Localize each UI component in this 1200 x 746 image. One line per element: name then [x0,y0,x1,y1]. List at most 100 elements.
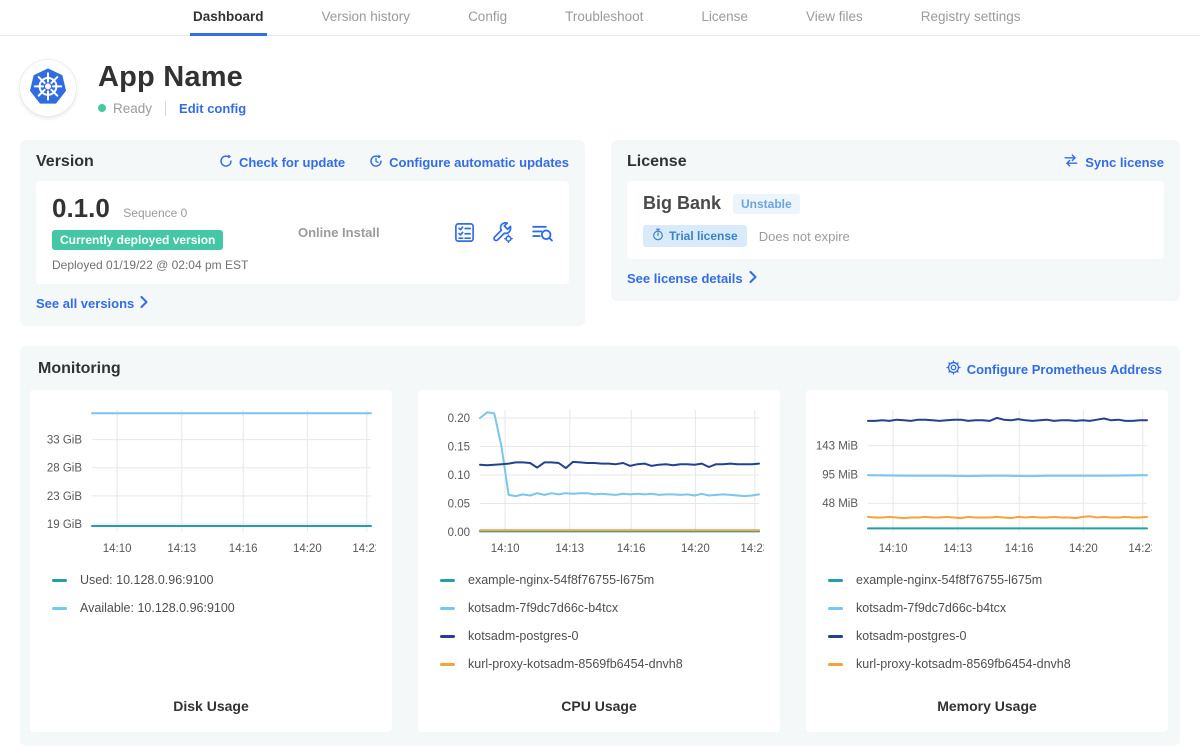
legend-item: kotsadm-postgres-0 [828,629,1168,643]
main-content: Version Check for update Configure autom… [0,140,1200,746]
deployed-timestamp: Deployed 01/19/22 @ 02:04 pm EST [52,258,284,272]
svg-text:33 GiB: 33 GiB [47,435,82,447]
app-logo [20,60,76,116]
svg-text:14:20: 14:20 [681,543,710,555]
sync-license-button[interactable]: Sync license [1063,154,1164,170]
configure-automatic-updates-button[interactable]: Configure automatic updates [369,154,569,171]
tab-registry-settings[interactable]: Registry settings [918,0,1024,36]
nav-tabs: Dashboard Version history Config Troublesho… [190,0,1024,35]
license-card-header: License Sync license [627,153,1164,171]
tab-troubleshoot[interactable]: Troubleshoot [562,0,646,36]
configure-prometheus-button[interactable]: Configure Prometheus Address [946,360,1162,378]
chart-plot: 0.000.050.100.150.2014:1014:1314:1614:20… [418,400,764,560]
disk-usage-chart-card: 19 GiB23 GiB28 GiB33 GiB14:1014:1314:161… [30,390,392,732]
svg-text:0.10: 0.10 [448,470,470,482]
tab-license[interactable]: License [698,0,751,36]
deployed-badge: Currently deployed version [52,230,223,250]
legend-item: Used: 10.128.0.96:9100 [52,573,392,587]
legend-swatch [52,607,67,610]
legend-item: kurl-proxy-kotsadm-8569fb6454-dnvh8 [828,657,1168,671]
svg-text:14:16: 14:16 [617,543,646,555]
svg-text:14:23: 14:23 [1128,543,1152,555]
gear-icon [946,360,961,378]
svg-text:14:16: 14:16 [229,543,258,555]
chevron-right-icon [749,271,757,286]
license-customer-row: Big Bank Unstable [643,193,1148,214]
version-card-header: Version Check for update Configure autom… [36,153,569,171]
top-cards-row: Version Check for update Configure autom… [20,140,1180,326]
svg-text:48 MiB: 48 MiB [822,498,858,510]
svg-text:19 GiB: 19 GiB [47,519,82,531]
legend-label: Used: 10.128.0.96:9100 [80,573,213,587]
version-card-title: Version [36,153,94,171]
config-wrench-icon[interactable] [492,222,514,244]
svg-text:14:13: 14:13 [167,543,196,555]
svg-text:14:13: 14:13 [943,543,972,555]
svg-text:28 GiB: 28 GiB [47,463,82,475]
view-logs-icon[interactable] [531,222,553,244]
legend-swatch [440,607,455,610]
legend-swatch [440,635,455,638]
license-panel: Big Bank Unstable Trial l [627,181,1164,259]
legend-item: example-nginx-54f8f76755-l675m [440,573,780,587]
chart-plot: 48 MiB95 MiB143 MiB14:1014:1314:1614:201… [806,400,1152,560]
svg-text:14:20: 14:20 [1069,543,1098,555]
refresh-icon [219,154,233,171]
license-type-row: Trial license Does not expire [643,225,1148,247]
edit-config-link[interactable]: Edit config [179,101,246,116]
legend-label: kurl-proxy-kotsadm-8569fb6454-dnvh8 [468,657,683,671]
see-license-details-link[interactable]: See license details [627,271,757,286]
svg-text:14:10: 14:10 [491,543,520,555]
legend-item: example-nginx-54f8f76755-l675m [828,573,1168,587]
chevron-right-icon [140,296,148,311]
license-card: License Sync license Big Bank Unstable [611,140,1180,301]
tab-view-files[interactable]: View files [803,0,866,36]
memory-usage-legend: example-nginx-54f8f76755-l675m kotsadm-7f… [806,560,1168,671]
legend-swatch [828,635,843,638]
svg-text:14:23: 14:23 [740,543,764,555]
legend-label: kotsadm-postgres-0 [468,629,578,643]
svg-text:14:20: 14:20 [293,543,322,555]
legend-swatch [440,663,455,666]
page-title: App Name [98,61,246,94]
svg-text:14:23: 14:23 [352,543,376,555]
tab-config[interactable]: Config [465,0,510,36]
svg-text:95 MiB: 95 MiB [822,469,858,481]
legend-item: kotsadm-7f9dc7d66c-b4tcx [828,601,1168,615]
version-card: Version Check for update Configure autom… [20,140,585,326]
install-type-label: Online Install [284,225,454,240]
legend-item: kotsadm-postgres-0 [440,629,780,643]
check-for-update-button[interactable]: Check for update [219,154,345,171]
legend-label: kotsadm-7f9dc7d66c-b4tcx [856,601,1006,615]
status-dot [98,104,106,112]
chart-plot: 19 GiB23 GiB28 GiB33 GiB14:1014:1314:161… [30,400,376,560]
license-expiry: Does not expire [759,229,850,244]
disk-usage-legend: Used: 10.128.0.96:9100 Available: 10.128.… [30,560,392,615]
legend-label: kotsadm-7f9dc7d66c-b4tcx [468,601,618,615]
tab-dashboard[interactable]: Dashboard [190,0,267,36]
legend-label: kurl-proxy-kotsadm-8569fb6454-dnvh8 [856,657,1071,671]
divider [165,101,166,116]
customer-name: Big Bank [643,193,721,214]
legend-label: kotsadm-postgres-0 [856,629,966,643]
version-card-actions: Check for update Configure automatic upd… [219,154,569,171]
svg-text:14:16: 14:16 [1005,543,1034,555]
sync-icon [1063,154,1079,170]
preflight-checklist-icon[interactable] [454,222,475,243]
license-card-title: License [627,153,687,171]
version-action-icons [454,222,553,244]
svg-text:0.00: 0.00 [448,527,470,539]
chart-title: Disk Usage [30,698,392,732]
svg-text:0.05: 0.05 [448,499,470,511]
monitoring-card: Monitoring Configure Prometheus A [20,346,1180,746]
legend-label: Available: 10.128.0.96:9100 [80,601,235,615]
tab-version-history[interactable]: Version history [319,0,414,36]
svg-text:14:13: 14:13 [555,543,584,555]
see-all-versions-link[interactable]: See all versions [36,296,148,311]
svg-text:0.15: 0.15 [448,442,470,454]
top-nav: Dashboard Version history Config Troublesho… [0,0,1200,36]
legend-item: kurl-proxy-kotsadm-8569fb6454-dnvh8 [440,657,780,671]
clock-rotate-icon [369,154,383,171]
app-header-text: App Name Ready Edit config [98,61,246,116]
version-sequence: Sequence 0 [123,206,187,220]
